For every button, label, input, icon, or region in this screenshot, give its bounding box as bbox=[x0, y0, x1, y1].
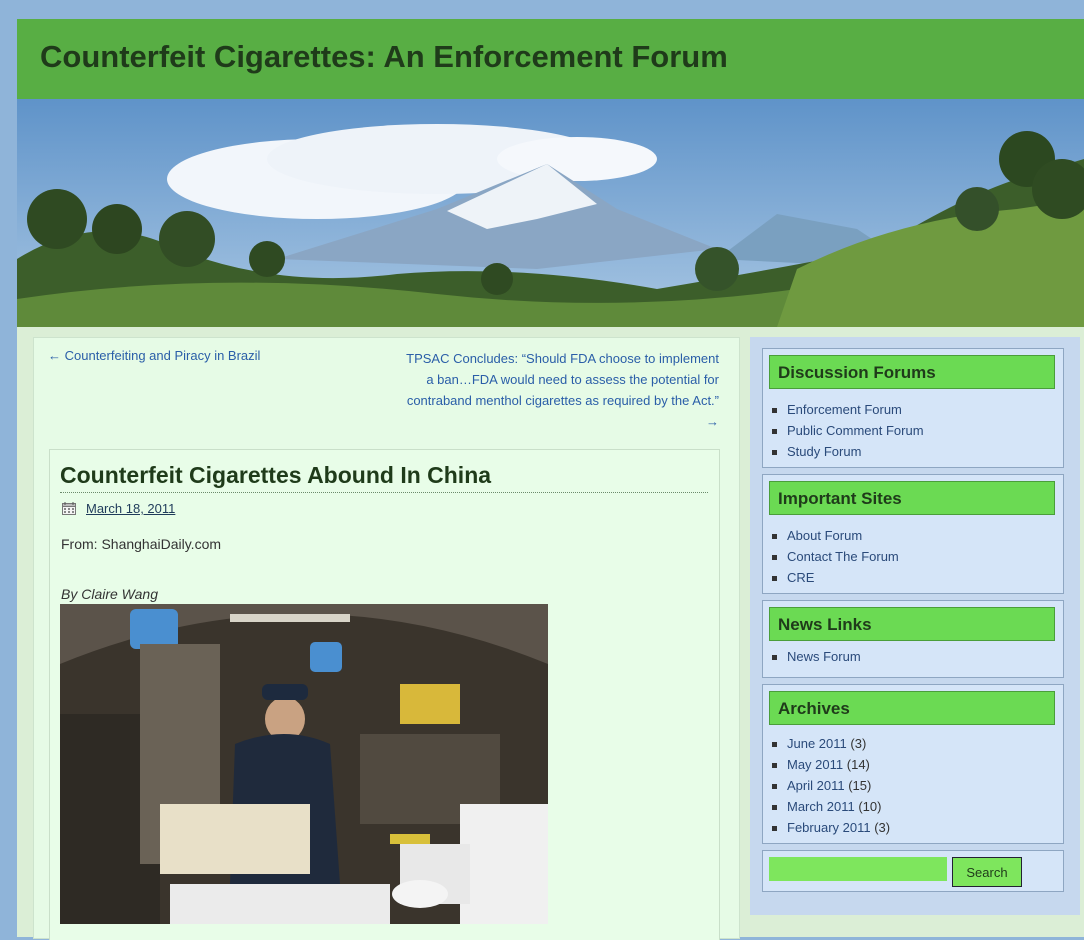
archive-item-march-2011[interactable]: March 2011 (10) bbox=[772, 796, 890, 817]
archive-link[interactable]: February 2011 bbox=[787, 820, 871, 835]
post-date-link[interactable]: March 18, 2011 bbox=[86, 501, 175, 516]
widget-news-links: News Links News Forum bbox=[762, 600, 1064, 678]
bullet-icon bbox=[772, 534, 777, 540]
sidebar-item-label[interactable]: Public Comment Forum bbox=[787, 423, 924, 438]
sidebar-item-study-forum[interactable]: Study Forum bbox=[772, 441, 924, 462]
bullet-icon bbox=[772, 408, 777, 414]
post-photo[interactable] bbox=[60, 604, 548, 924]
post-meta: March 18, 2011 bbox=[62, 500, 175, 516]
post-title[interactable]: Counterfeit Cigarettes Abound In China bbox=[60, 462, 708, 493]
sidebar-item-about-forum[interactable]: About Forum bbox=[772, 525, 899, 546]
sidebar-item-label[interactable]: News Forum bbox=[787, 649, 861, 664]
archive-count: (14) bbox=[846, 757, 870, 772]
bullet-icon bbox=[772, 576, 777, 582]
sidebar-item-label[interactable]: Contact The Forum bbox=[787, 549, 899, 564]
archive-item-june-2011[interactable]: June 2011 (3) bbox=[772, 733, 890, 754]
sidebar-item-label[interactable]: Enforcement Forum bbox=[787, 402, 902, 417]
archive-item-april-2011[interactable]: April 2011 (15) bbox=[772, 775, 890, 796]
archive-item-february-2011[interactable]: February 2011 (3) bbox=[772, 817, 890, 838]
archive-link[interactable]: May 2011 bbox=[787, 757, 843, 772]
search-input[interactable] bbox=[769, 857, 947, 881]
widget-important-sites: Important Sites About Forum Contact The … bbox=[762, 474, 1064, 594]
sidebar-item-news-forum[interactable]: News Forum bbox=[772, 646, 861, 667]
post-source: From: ShanghaiDaily.com bbox=[61, 536, 222, 552]
sidebar-item-contact-the-forum[interactable]: Contact The Forum bbox=[772, 546, 899, 567]
sidebar: Discussion Forums Enforcement Forum Publ… bbox=[750, 337, 1080, 915]
site-title[interactable]: Counterfeit Cigarettes: An Enforcement F… bbox=[40, 39, 728, 75]
bullet-icon bbox=[772, 826, 777, 832]
archive-count: (15) bbox=[848, 778, 872, 793]
previous-post-link[interactable]: ← Counterfeiting and Piracy in Brazil bbox=[48, 348, 260, 363]
widget-discussion-forums: Discussion Forums Enforcement Forum Publ… bbox=[762, 348, 1064, 468]
sidebar-item-label[interactable]: About Forum bbox=[787, 528, 862, 543]
sidebar-item-label[interactable]: CRE bbox=[787, 570, 814, 585]
site-header: Counterfeit Cigarettes: An Enforcement F… bbox=[17, 19, 1084, 99]
widget-title: Important Sites bbox=[769, 481, 1055, 515]
archive-count: (3) bbox=[874, 820, 891, 835]
post: Counterfeit Cigarettes Abound In China M… bbox=[49, 449, 720, 940]
page: Counterfeit Cigarettes: An Enforcement F… bbox=[17, 19, 1084, 940]
sidebar-item-public-comment-forum[interactable]: Public Comment Forum bbox=[772, 420, 924, 441]
bullet-icon bbox=[772, 429, 777, 435]
bullet-icon bbox=[772, 784, 777, 790]
bullet-icon bbox=[772, 742, 777, 748]
next-post-link[interactable]: TPSAC Concludes: “Should FDA choose to i… bbox=[399, 348, 719, 432]
widget-title: News Links bbox=[769, 607, 1055, 641]
sidebar-item-cre[interactable]: CRE bbox=[772, 567, 899, 588]
bullet-icon bbox=[772, 655, 777, 661]
archive-link[interactable]: April 2011 bbox=[787, 778, 845, 793]
header-banner-image bbox=[17, 99, 1084, 327]
archive-link[interactable]: June 2011 bbox=[787, 736, 847, 751]
sidebar-item-label[interactable]: Study Forum bbox=[787, 444, 861, 459]
archive-count: (10) bbox=[858, 799, 882, 814]
sidebar-item-enforcement-forum[interactable]: Enforcement Forum bbox=[772, 399, 924, 420]
main-content: ← Counterfeiting and Piracy in Brazil TP… bbox=[33, 337, 740, 940]
archive-link[interactable]: March 2011 bbox=[787, 799, 855, 814]
bullet-icon bbox=[772, 805, 777, 811]
bullet-icon bbox=[772, 450, 777, 456]
calendar-icon bbox=[62, 502, 76, 516]
widget-title: Archives bbox=[769, 691, 1055, 725]
bullet-icon bbox=[772, 763, 777, 769]
post-author: By Claire Wang bbox=[61, 586, 159, 602]
bullet-icon bbox=[772, 555, 777, 561]
search-widget: Search bbox=[762, 850, 1064, 892]
widget-archives: Archives June 2011 (3) May 2011 (14) Apr… bbox=[762, 684, 1064, 844]
archive-item-may-2011[interactable]: May 2011 (14) bbox=[772, 754, 890, 775]
widget-title: Discussion Forums bbox=[769, 355, 1055, 389]
search-button[interactable]: Search bbox=[952, 857, 1022, 887]
archive-count: (3) bbox=[850, 736, 867, 751]
